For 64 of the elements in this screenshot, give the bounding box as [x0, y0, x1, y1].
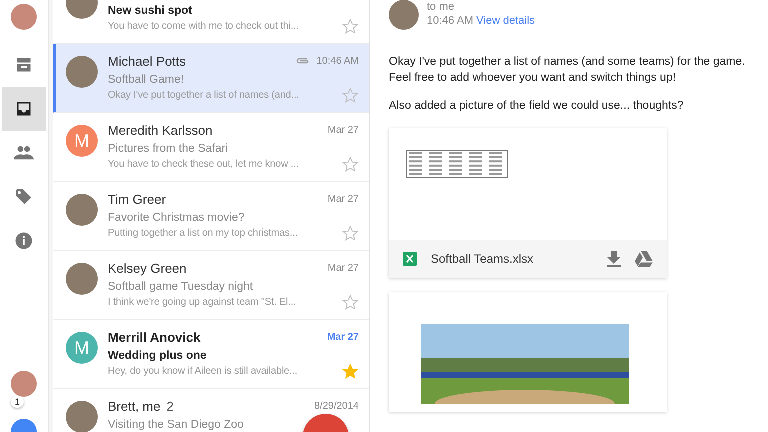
- people-icon: [14, 145, 34, 161]
- view-details-link[interactable]: View details: [476, 15, 536, 27]
- message-row[interactable]: Tim Greer Mar 27 Favorite Christmas movie? Putting together a list on my top christmas...: [53, 182, 369, 251]
- message-paragraph: Also added a picture of the field we could use... thoughts?: [389, 99, 685, 114]
- message-paragraph: Okay I've put together a list of names (and some teams) for the game. Feel free to add whoever you want and switch things up!: [389, 55, 746, 86]
- message-row[interactable]: Michael Potts 10:46 AM Softball Game! Okay I've put together a list of names (and...: [53, 44, 369, 113]
- sender-name: Michael Potts: [108, 54, 186, 68]
- message-snippet: You have to check these out, let me know ...: [108, 158, 299, 172]
- thread-count: 2: [166, 398, 174, 414]
- message-subject: Softball Game!: [108, 74, 184, 86]
- info-icon: [15, 232, 33, 250]
- message-subject: Pictures from the Safari: [108, 143, 228, 155]
- sender-name: Kelsey Green: [108, 260, 187, 276]
- star-icon[interactable]: [342, 18, 359, 35]
- account-avatar[interactable]: [11, 4, 37, 30]
- avatar-photo: [66, 263, 98, 295]
- message-subject: Wedding plus one: [108, 350, 207, 362]
- message-snippet: You have to come with me to check out thi...: [108, 20, 299, 34]
- star-icon[interactable]: [342, 156, 359, 173]
- message-row[interactable]: M Meredith Karlsson Mar 27 Pictures from the Safari You have to check these out, let me know ...: [53, 113, 369, 182]
- message-date: Mar 27: [328, 194, 359, 204]
- sender-name: Merrill Anovick: [108, 330, 201, 344]
- star-icon[interactable]: [342, 225, 359, 242]
- sender-avatar: [389, 0, 419, 30]
- count-badge: 1: [11, 396, 24, 408]
- message-subject: Favorite Christmas movie?: [108, 212, 245, 224]
- drive-icon[interactable]: [635, 251, 653, 267]
- message-subject: Visiting the San Diego Zoo: [108, 419, 244, 431]
- message-date: Mar 27: [328, 124, 359, 136]
- star-icon[interactable]: [342, 87, 359, 104]
- download-icon[interactable]: [607, 251, 621, 267]
- inbox-icon: [15, 100, 33, 118]
- message-snippet: Putting together a list on my top christmas...: [108, 226, 298, 240]
- sender-name: Tim Greer: [108, 192, 166, 206]
- message-date: 10:46 AM: [316, 56, 359, 66]
- image-attachment-card[interactable]: [389, 292, 667, 412]
- star-icon[interactable]: [342, 363, 359, 380]
- message-subject: Softball game Tuesday night: [108, 281, 254, 293]
- message-date: Mar 27: [328, 262, 359, 274]
- tag-icon: [15, 188, 33, 206]
- message-subject: New sushi spot: [108, 5, 192, 17]
- message-snippet: I think we're going up against team "St. El...: [108, 296, 296, 310]
- avatar-photo: [66, 401, 98, 432]
- file-name: Softball Teams.xlsx: [431, 252, 534, 266]
- avatar-photo: [66, 194, 98, 226]
- sender-name: Meredith Karlsson: [108, 122, 213, 138]
- contact-avatar[interactable]: [11, 371, 37, 397]
- message-snippet: Okay I've put together a list of names (and...: [108, 88, 300, 102]
- inbox-nav-button[interactable]: [2, 87, 46, 131]
- archive-icon: [15, 56, 33, 74]
- star-icon[interactable]: [342, 294, 359, 311]
- letter-avatar: M: [66, 332, 98, 364]
- avatar-photo: [66, 56, 98, 88]
- message-time: 10:46 AM: [427, 15, 474, 27]
- message-row[interactable]: M Merrill Anovick Mar 27 Wedding plus one Hey, do you know if Aileen is still available...: [53, 320, 369, 389]
- message-date: 8/29/2014: [314, 400, 359, 412]
- sender-name: Brett, me: [108, 398, 161, 414]
- message-snippet: Hey, do you know if Aileen is still available...: [108, 364, 298, 378]
- attachment-card[interactable]: Softball Teams.xlsx: [389, 128, 667, 278]
- letter-avatar: M: [66, 125, 98, 157]
- message-row[interactable]: Kelsey Green Mar 27 Softball game Tuesday night I think we're going up against team "St. El...: [53, 251, 369, 320]
- message-date: Mar 27: [327, 332, 359, 342]
- spreadsheet-icon: [403, 252, 417, 266]
- recipient-label: to me: [427, 0, 456, 14]
